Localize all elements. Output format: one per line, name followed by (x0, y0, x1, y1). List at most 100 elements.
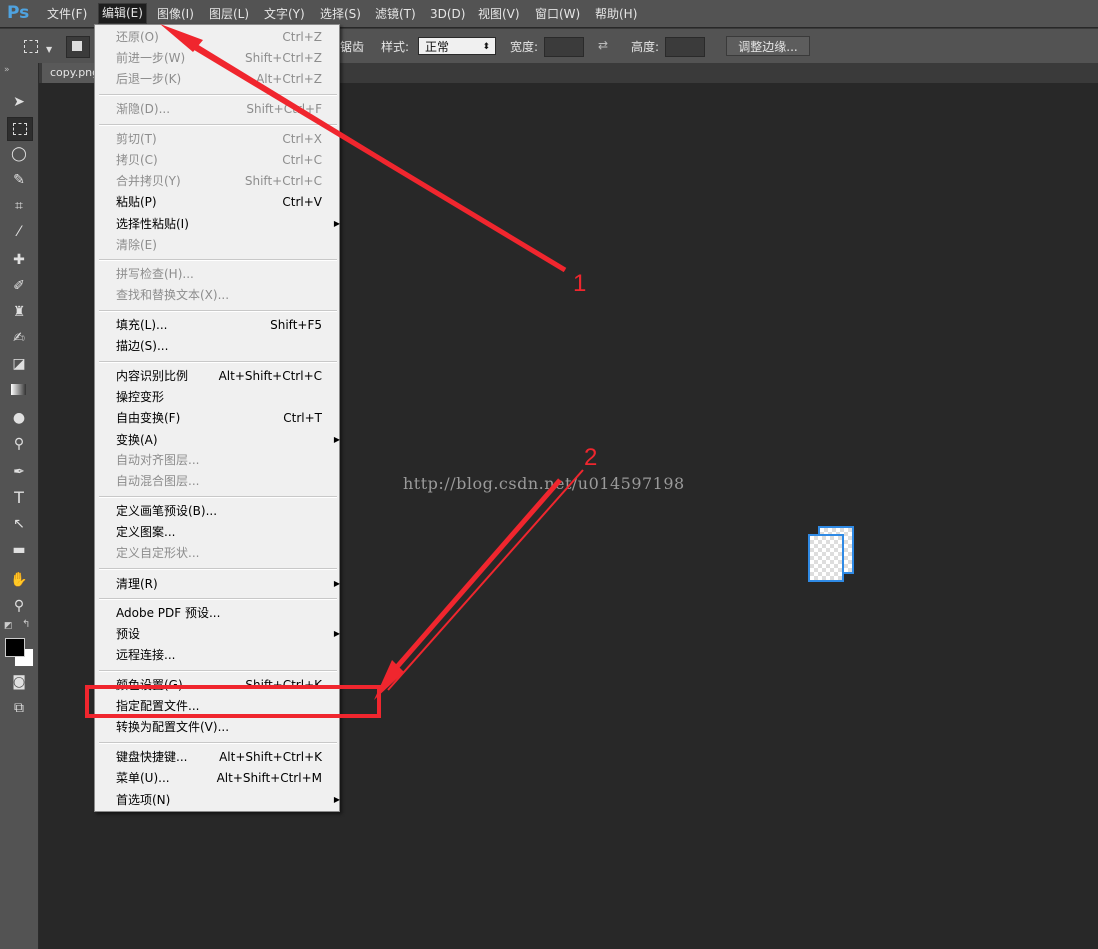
edit-menu-item[interactable]: 自动混合图层... (116, 471, 326, 491)
menu-item-label: 还原(O) (116, 30, 159, 44)
brush-tool-icon[interactable]: ✐ (7, 275, 31, 297)
type-tool-icon[interactable]: T (7, 487, 31, 509)
edit-menu-item[interactable]: 还原(O) Ctrl+Z (116, 27, 326, 47)
edit-menu-item[interactable]: 剪切(T) Ctrl+X (116, 129, 326, 149)
edit-menu-item[interactable]: Adobe PDF 预设... (116, 603, 326, 623)
menu-item-label: 粘贴(P) (116, 195, 157, 209)
edit-menu-item[interactable]: 键盘快捷键... Alt+Shift+Ctrl+K (116, 747, 326, 767)
lasso-tool-icon[interactable]: ◯ (7, 143, 31, 165)
eraser-tool-icon[interactable]: ◪ (7, 353, 31, 375)
edit-menu-item[interactable]: 定义自定形状... (116, 543, 326, 563)
anti-alias-label: 锯齿 (340, 40, 365, 54)
healing-brush-tool-icon[interactable]: ✚ (7, 249, 31, 271)
menu-10[interactable]: 帮助(H) (592, 5, 640, 23)
width-label: 宽度: (510, 40, 539, 54)
quick-mask-icon[interactable]: ◙ (7, 671, 31, 693)
menu-item-label: Adobe PDF 预设... (116, 606, 221, 620)
edit-menu-item[interactable]: 粘贴(P) Ctrl+V (116, 192, 326, 212)
menu-8[interactable]: 视图(V) (475, 5, 523, 23)
dodge-tool-icon[interactable]: ⚲ (7, 433, 31, 455)
menu-item-label: 自动对齐图层... (116, 453, 200, 467)
edit-menu-item[interactable]: 描边(S)... (116, 336, 326, 356)
edit-menu-item[interactable]: 拼写检查(H)... (116, 264, 326, 284)
marquee-tool-icon[interactable] (7, 117, 33, 141)
new-selection-icon[interactable] (66, 36, 90, 58)
collapse-panel-icon[interactable]: » (4, 65, 10, 75)
path-select-tool-icon[interactable]: ↖ (7, 513, 31, 535)
marquee-preset-icon[interactable] (18, 37, 44, 55)
menu-9[interactable]: 窗口(W) (532, 5, 583, 23)
zoom-tool-icon[interactable]: ⚲ (7, 595, 31, 617)
menu-7[interactable]: 3D(D) (427, 5, 468, 23)
move-tool-icon[interactable]: ➤ (7, 91, 31, 113)
submenu-arrow-icon: ▶ (333, 579, 340, 588)
screen-mode-icon[interactable]: ⧉ (7, 697, 31, 719)
blur-tool-icon[interactable]: ● (7, 407, 31, 429)
eyedropper-tool-icon[interactable]: ⁄ (7, 221, 31, 243)
menu-2[interactable]: 图像(I) (154, 5, 197, 23)
gradient-tool-icon[interactable] (7, 379, 31, 401)
edit-menu-item[interactable]: 后退一步(K) Alt+Ctrl+Z (116, 69, 326, 89)
edit-menu-item[interactable]: 填充(L)... Shift+F5 (116, 315, 326, 335)
clone-stamp-tool-icon[interactable]: ♜ (7, 301, 31, 323)
menu-separator (99, 496, 337, 498)
edit-menu-item[interactable]: 定义图案... (116, 522, 326, 542)
hand-tool-icon[interactable]: ✋ (7, 569, 31, 591)
menu-item-label: 合并拷贝(Y) (116, 174, 181, 188)
menu-1[interactable]: 编辑(E) (98, 3, 147, 24)
swap-dimensions-icon[interactable]: ⇄ (598, 38, 608, 52)
edit-menu-item[interactable]: 变换(A) ▶ (116, 430, 340, 450)
refine-edge-button[interactable]: 调整边缘... (726, 36, 810, 56)
menu-4[interactable]: 文字(Y) (261, 5, 308, 23)
watermark-text: http://blog.csdn.net/u014597198 (403, 474, 685, 493)
pen-tool-icon[interactable]: ✒ (7, 461, 31, 483)
height-input[interactable] (665, 37, 705, 57)
edit-menu-item[interactable]: 定义画笔预设(B)... (116, 501, 326, 521)
menu-5[interactable]: 选择(S) (317, 5, 364, 23)
edit-menu-item[interactable]: 选择性粘贴(I) ▶ (116, 214, 340, 234)
default-colors-icon[interactable]: ◩ (4, 621, 13, 631)
foreground-color-swatch[interactable] (5, 638, 25, 657)
preset-chevron-down-icon[interactable]: ▼ (46, 45, 52, 54)
style-select[interactable]: 正常 ⬍ (418, 37, 496, 55)
crop-tool-icon[interactable]: ⌗ (7, 195, 31, 217)
edit-menu-item[interactable]: 前进一步(W) Shift+Ctrl+Z (116, 48, 326, 68)
edit-menu-item[interactable]: 首选项(N) ▶ (116, 790, 340, 810)
shape-tool-icon[interactable]: ▬ (7, 539, 31, 561)
menu-item-shortcut: Ctrl+V (282, 195, 322, 209)
menu-separator (99, 568, 337, 570)
history-brush-tool-icon[interactable]: ✍ (7, 327, 31, 349)
edit-menu-item[interactable]: 清理(R) ▶ (116, 574, 340, 594)
edit-menu-item[interactable]: 转换为配置文件(V)... (116, 717, 326, 737)
menu-bar: Ps 文件(F) 编辑(E) 图像(I) 图层(L) 文字(Y) 选择(S) 滤镜(T) 3D… (0, 0, 1098, 27)
menu-item-shortcut: Shift+Ctrl+C (244, 174, 322, 188)
submenu-arrow-icon: ▶ (333, 629, 340, 638)
width-input[interactable] (544, 37, 584, 57)
swap-colors-icon[interactable]: ↰ (22, 619, 30, 630)
menu-item-shortcut: Alt+Shift+Ctrl+K (219, 750, 322, 764)
edit-menu-item[interactable]: 远程连接... (116, 645, 326, 665)
menu-item-label: 查找和替换文本(X)... (116, 288, 230, 302)
menu-item-shortcut: Shift+F5 (270, 318, 322, 332)
menu-item-label: 自动混合图层... (116, 474, 200, 488)
edit-menu-item[interactable]: 内容识别比例 Alt+Shift+Ctrl+C (116, 366, 326, 386)
submenu-arrow-icon: ▶ (333, 219, 340, 228)
edit-menu-item[interactable]: 渐隐(D)... Shift+Ctrl+F (116, 99, 326, 119)
edit-menu-item[interactable]: 预设 ▶ (116, 624, 340, 644)
document-tab[interactable]: copy.png (42, 63, 102, 83)
menu-item-label: 拼写检查(H)... (116, 267, 194, 281)
edit-menu-item[interactable]: 自由变换(F) Ctrl+T (116, 408, 326, 428)
menu-0[interactable]: 文件(F) (44, 5, 90, 23)
edit-menu-item[interactable]: 菜单(U)... Alt+Shift+Ctrl+M (116, 768, 326, 788)
menu-3[interactable]: 图层(L) (206, 5, 252, 23)
edit-menu-item[interactable]: 操控变形 (116, 387, 326, 407)
edit-menu-item[interactable]: 合并拷贝(Y) Shift+Ctrl+C (116, 171, 326, 191)
menu-item-label: 自由变换(F) (116, 411, 181, 425)
menu-item-label: 后退一步(K) (116, 72, 182, 86)
quick-select-tool-icon[interactable]: ✎ (7, 169, 31, 191)
edit-menu-item[interactable]: 拷贝(C) Ctrl+C (116, 150, 326, 170)
edit-menu-item[interactable]: 查找和替换文本(X)... (116, 285, 326, 305)
menu-6[interactable]: 滤镜(T) (372, 5, 419, 23)
edit-menu-item[interactable]: 自动对齐图层... (116, 450, 326, 470)
edit-menu-item[interactable]: 清除(E) (116, 235, 326, 255)
